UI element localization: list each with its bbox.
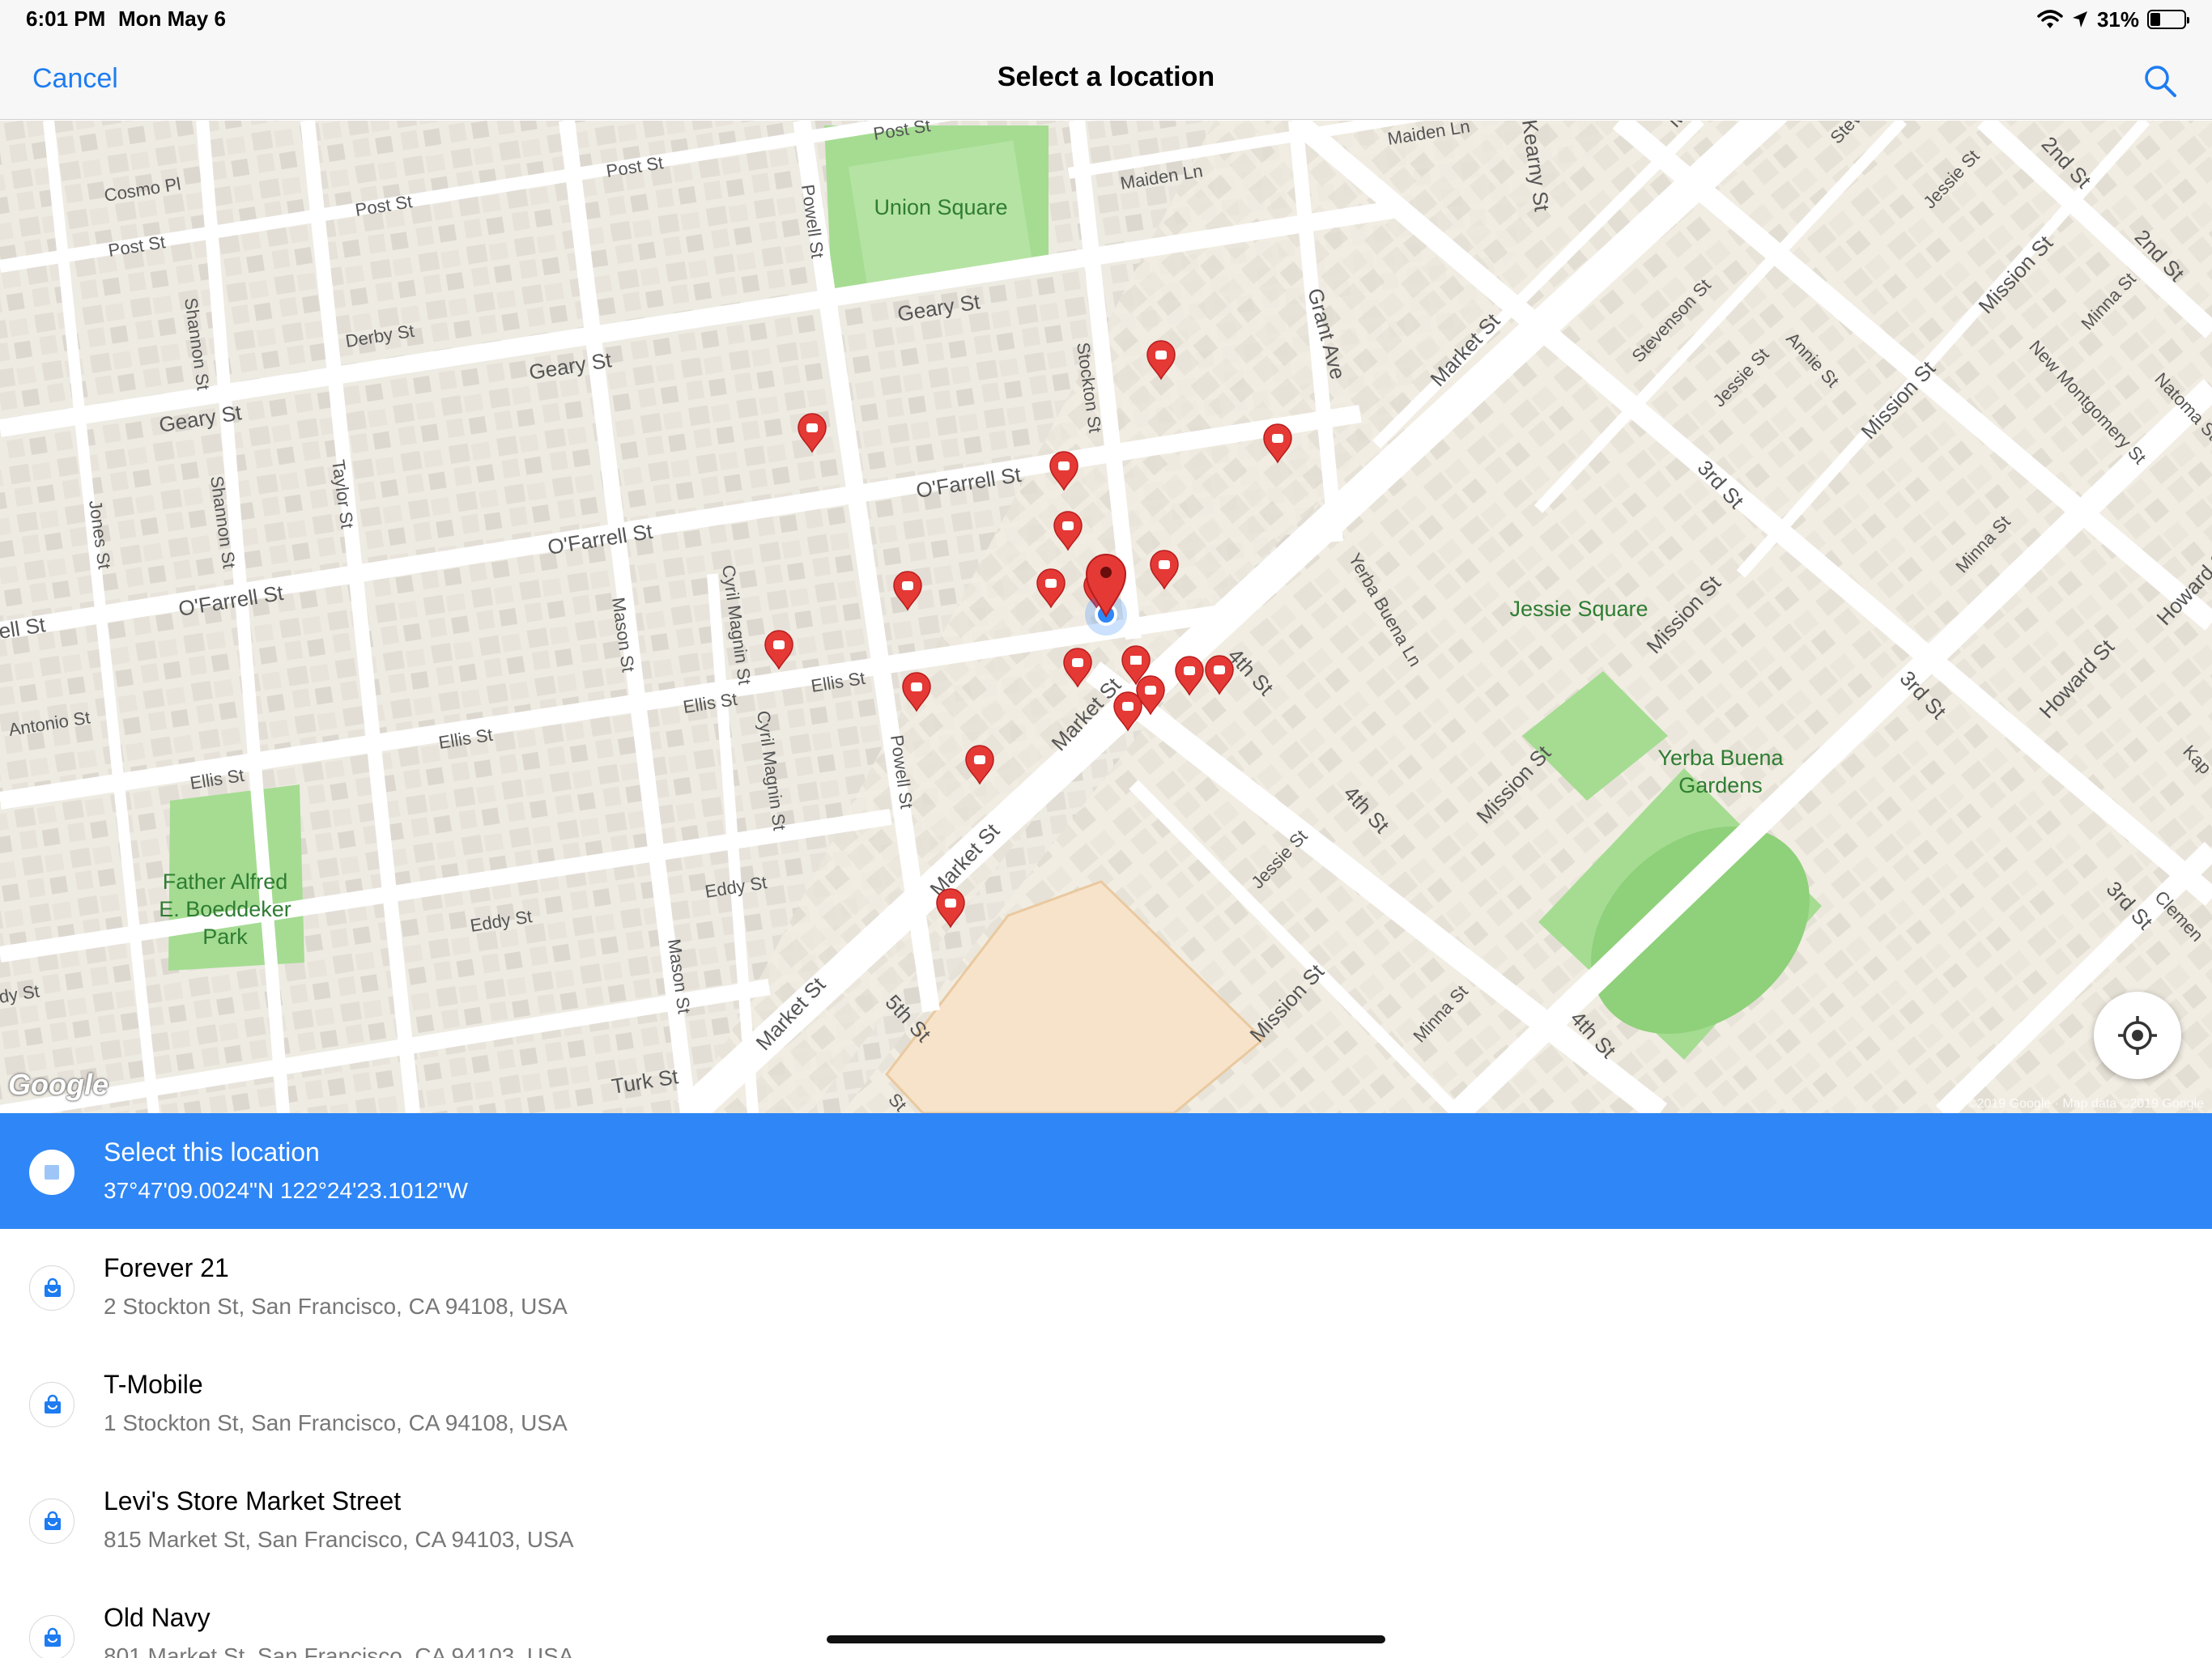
- status-date: Mon May 6: [118, 6, 226, 31]
- recenter-button[interactable]: [2094, 992, 2181, 1079]
- nearby-places-list[interactable]: Forever 21 2 Stockton St, San Francisco,…: [0, 1229, 2212, 1658]
- crosshair-icon: [2118, 1016, 2157, 1055]
- list-item[interactable]: Forever 21 2 Stockton St, San Francisco,…: [0, 1229, 2212, 1346]
- wifi-icon: [2037, 10, 2063, 28]
- location-square-icon: [29, 1150, 74, 1195]
- status-time: 6:01 PM: [26, 6, 106, 31]
- google-logo: Google: [8, 1068, 108, 1101]
- list-item[interactable]: Old Navy 801 Market St, San Francisco, C…: [0, 1579, 2212, 1658]
- place-name: T-Mobile: [104, 1370, 203, 1399]
- battery-percentage: 31%: [2096, 6, 2139, 32]
- list-item[interactable]: T-Mobile 1 Stockton St, San Francisco, C…: [0, 1346, 2212, 1462]
- park-label: Park: [202, 925, 248, 949]
- shopping-bag-icon: [29, 1382, 74, 1427]
- home-indicator[interactable]: [827, 1635, 1385, 1643]
- select-location-coordinates: 37°47'09.0024"N 122°24'23.1012"W: [104, 1178, 468, 1203]
- place-name: Levi's Store Market Street: [104, 1486, 402, 1516]
- status-bar: 6:01 PM Mon May 6 31%: [0, 0, 2212, 39]
- status-icons: 31%: [2037, 6, 2189, 33]
- select-this-location-row[interactable]: Select this location 37°47'09.0024"N 122…: [0, 1113, 2212, 1229]
- map-attribution: ©2019 Google · Map data ©2019 Google: [1967, 1097, 2204, 1111]
- select-location-title: Select this location: [104, 1137, 320, 1167]
- battery-level: [2150, 13, 2161, 26]
- place-address: 815 Market St, San Francisco, CA 94103, …: [104, 1527, 574, 1552]
- park-label: Union Square: [874, 195, 1007, 219]
- park-label: Jessie Square: [1509, 597, 1648, 621]
- map-view[interactable]: Post St Post St Post St Post St Cosmo Pl…: [0, 121, 2212, 1113]
- place-name: Forever 21: [104, 1253, 229, 1282]
- location-arrow-icon: [2072, 11, 2087, 28]
- park-label: Yerba Buena: [1657, 746, 1784, 770]
- place-name: Old Navy: [104, 1603, 211, 1632]
- page-title: Select a location: [997, 62, 1215, 92]
- park-label: Gardens: [1678, 773, 1763, 797]
- map-canvas: Post St Post St Post St Post St Cosmo Pl…: [0, 121, 2212, 1113]
- screen: 6:01 PM Mon May 6 31% Cancel Select a lo…: [0, 0, 2212, 1658]
- list-item[interactable]: Levi's Store Market Street 815 Market St…: [0, 1462, 2212, 1579]
- search-icon[interactable]: [2141, 62, 2180, 100]
- place-address: 1 Stockton St, San Francisco, CA 94108, …: [104, 1410, 568, 1435]
- place-address: 2 Stockton St, San Francisco, CA 94108, …: [104, 1294, 568, 1319]
- park-label: Father Alfred: [163, 869, 288, 894]
- navigation-bar: Cancel Select a location: [0, 39, 2212, 120]
- battery-icon: [2147, 10, 2189, 29]
- shopping-bag-icon: [29, 1615, 74, 1658]
- park-label: E. Boeddeker: [159, 897, 291, 921]
- shopping-bag-icon: [29, 1265, 74, 1311]
- place-address: 801 Market St, San Francisco, CA 94103, …: [104, 1643, 574, 1658]
- shopping-bag-icon: [29, 1499, 74, 1544]
- square-icon: [45, 1165, 59, 1180]
